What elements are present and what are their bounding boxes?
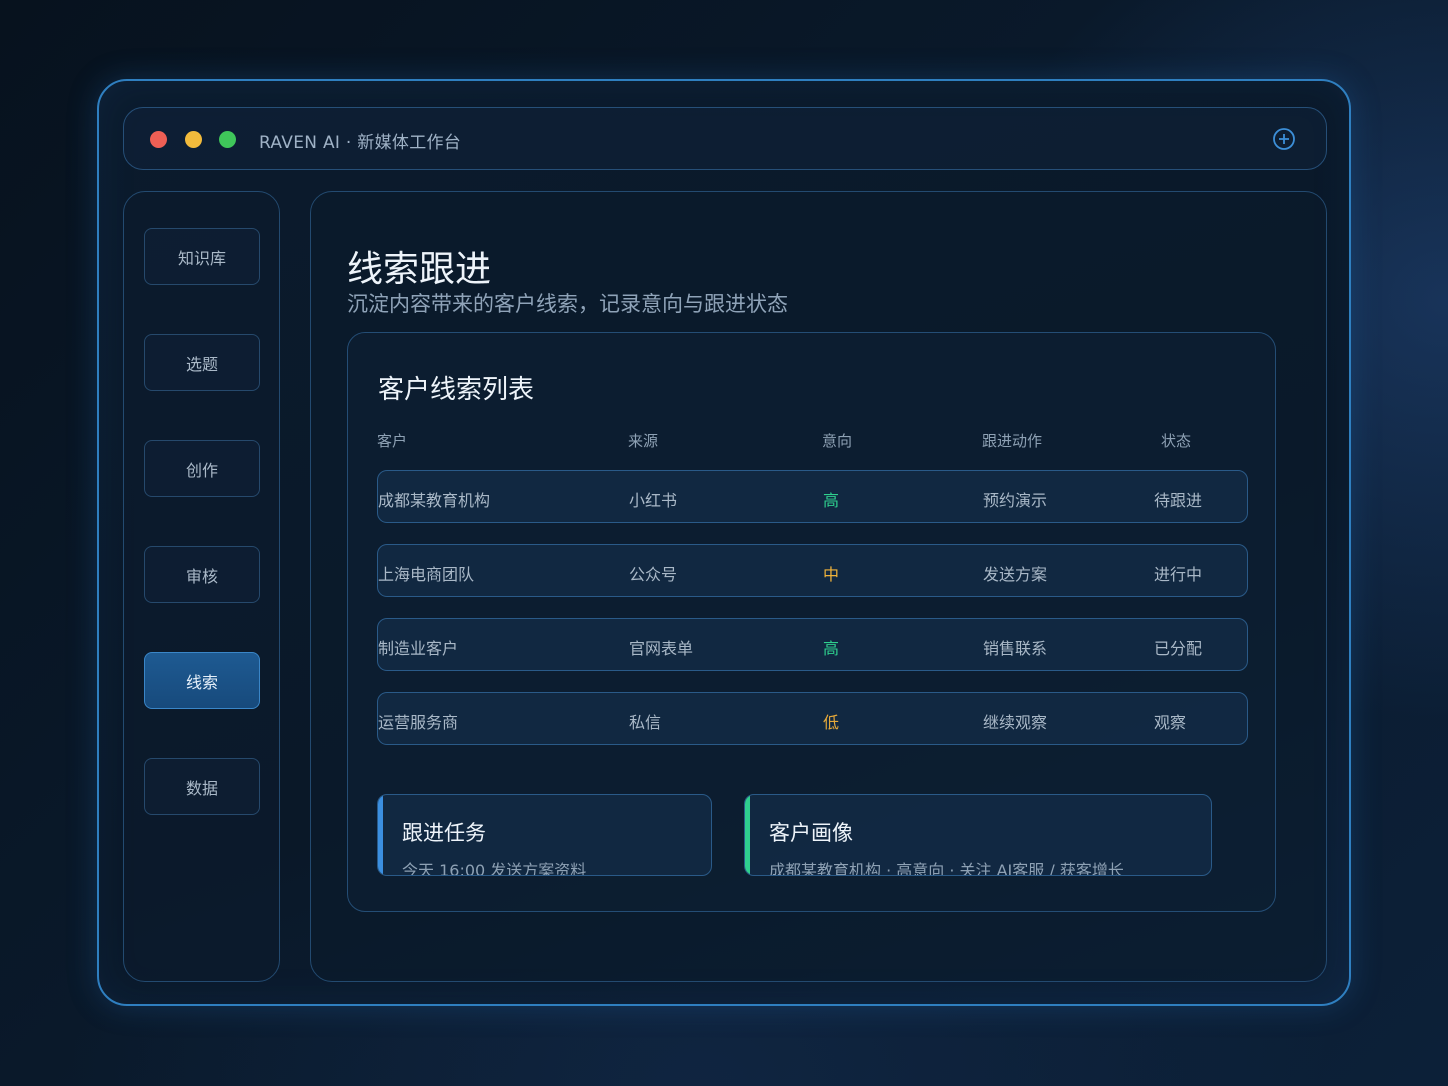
cell-customer: 成都某教育机构 <box>378 491 491 510</box>
table-row[interactable]: 运营服务商 私信 低 继续观察 观察 <box>377 692 1248 745</box>
leads-card-title: 客户线索列表 <box>378 375 535 405</box>
sidebar-item-create[interactable]: 创作 <box>144 440 260 497</box>
profile-text: 成都某教育机构 · 高意向 · 关注 AI客服 / 获客增长 <box>769 861 1124 876</box>
follow-up-task-card[interactable]: 跟进任务 今天 16:00 发送方案资料 <box>377 794 712 876</box>
column-header-intent: 意向 <box>822 432 853 450</box>
app-title: RAVEN AI · 新媒体工作台 <box>259 133 462 153</box>
column-header-status: 状态 <box>1161 432 1192 450</box>
page-subtitle: 沉淀内容带来的客户线索，记录意向与跟进状态 <box>347 292 788 316</box>
cell-customer: 运营服务商 <box>378 713 459 732</box>
cell-action: 发送方案 <box>983 565 1048 584</box>
sidebar-item-knowledge[interactable]: 知识库 <box>144 228 260 285</box>
plus-circle-icon[interactable] <box>1272 127 1296 151</box>
table-row[interactable]: 制造业客户 官网表单 高 销售联系 已分配 <box>377 618 1248 671</box>
title-bar: RAVEN AI · 新媒体工作台 <box>123 107 1327 170</box>
sidebar-item-data[interactable]: 数据 <box>144 758 260 815</box>
profile-title: 客户画像 <box>769 821 853 845</box>
column-header-source: 来源 <box>628 432 659 450</box>
profile-accent-bar <box>745 795 750 875</box>
task-text: 今天 16:00 发送方案资料 <box>402 861 587 876</box>
sidebar-item-topics[interactable]: 选题 <box>144 334 260 391</box>
table-row[interactable]: 上海电商团队 公众号 中 发送方案 进行中 <box>377 544 1248 597</box>
task-accent-bar <box>378 795 383 875</box>
minimize-window-button[interactable] <box>185 131 202 148</box>
column-header-action: 跟进动作 <box>982 432 1043 450</box>
maximize-window-button[interactable] <box>219 131 236 148</box>
cell-customer: 上海电商团队 <box>378 565 475 584</box>
cell-status: 已分配 <box>1154 639 1203 658</box>
app-window: RAVEN AI · 新媒体工作台 知识库 选题 创作 审核 线索 数据 线索跟… <box>97 79 1351 1006</box>
cell-source: 官网表单 <box>629 639 694 658</box>
main-panel: 线索跟进 沉淀内容带来的客户线索，记录意向与跟进状态 客户线索列表 客户 来源 … <box>310 191 1327 982</box>
cell-action: 预约演示 <box>983 491 1048 510</box>
close-window-button[interactable] <box>150 131 167 148</box>
sidebar-item-review[interactable]: 审核 <box>144 546 260 603</box>
cell-status: 观察 <box>1154 713 1187 732</box>
cell-customer: 制造业客户 <box>378 639 459 658</box>
cell-action: 继续观察 <box>983 713 1048 732</box>
sidebar: 知识库 选题 创作 审核 线索 数据 <box>123 191 280 982</box>
leads-card: 客户线索列表 客户 来源 意向 跟进动作 状态 成都某教育机构 小红书 高 预约… <box>347 332 1276 912</box>
customer-profile-card[interactable]: 客户画像 成都某教育机构 · 高意向 · 关注 AI客服 / 获客增长 <box>744 794 1212 876</box>
cell-status: 进行中 <box>1154 565 1203 584</box>
sidebar-item-leads[interactable]: 线索 <box>144 652 260 709</box>
cell-source: 私信 <box>629 713 662 732</box>
task-title: 跟进任务 <box>402 821 486 845</box>
column-header-customer: 客户 <box>377 432 408 450</box>
cell-intent: 高 <box>823 639 840 658</box>
cell-source: 公众号 <box>629 565 678 584</box>
cell-action: 销售联系 <box>983 639 1048 658</box>
cell-intent: 高 <box>823 491 840 510</box>
page-title: 线索跟进 <box>347 249 492 290</box>
cell-intent: 低 <box>823 713 840 732</box>
cell-status: 待跟进 <box>1154 491 1203 510</box>
table-row[interactable]: 成都某教育机构 小红书 高 预约演示 待跟进 <box>377 470 1248 523</box>
cell-source: 小红书 <box>629 491 678 510</box>
cell-intent: 中 <box>823 565 840 584</box>
